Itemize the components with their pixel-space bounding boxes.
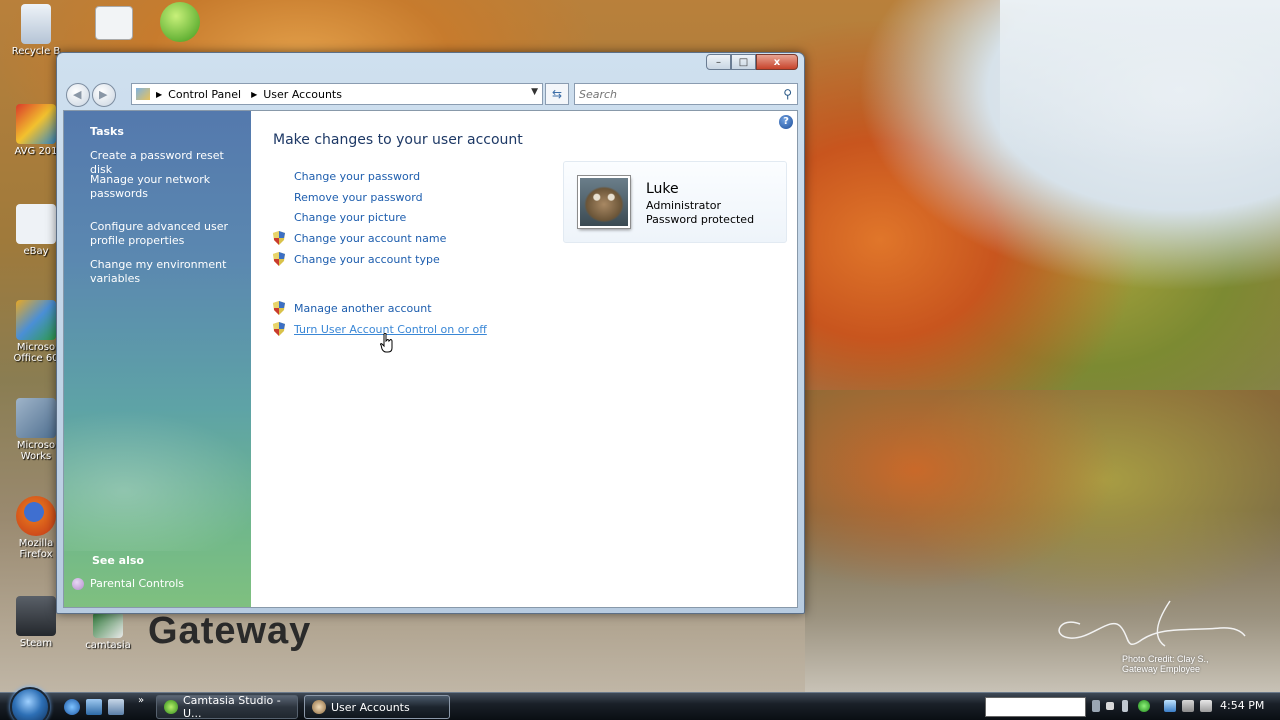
photo-credit: Photo Credit: Clay S., Gateway Employee — [1122, 654, 1209, 674]
tray-stop-icon[interactable] — [1106, 702, 1114, 710]
desktop-icon-settings[interactable] — [84, 6, 144, 42]
account-password-status: Password protected — [646, 213, 755, 226]
tray-dropdown-icon[interactable] — [1092, 700, 1100, 712]
desktop-icon-label: Steam — [19, 638, 53, 649]
help-icon[interactable]: ? — [779, 115, 793, 129]
taskbar-button-label: User Accounts — [331, 700, 410, 714]
desktop-icon-label: eBay — [23, 246, 49, 257]
forward-arrow-icon: ▶ — [99, 88, 108, 101]
desktop-icon-label: AVG 201 — [14, 146, 58, 157]
user-accounts-icon — [312, 700, 326, 714]
start-button[interactable] — [10, 687, 50, 720]
desktop-icon-app[interactable] — [150, 2, 210, 44]
steam-icon — [16, 596, 56, 636]
quicklaunch-overflow[interactable]: » — [138, 695, 144, 706]
wallpaper-sky — [1000, 0, 1280, 160]
account-name: Luke — [646, 181, 679, 197]
uac-shield-icon — [273, 301, 285, 315]
hand-cursor-icon — [380, 333, 393, 353]
desktop-icon-label: Microso Office 60 — [13, 342, 59, 364]
tasks-pane: Tasks Create a password reset disk Manag… — [64, 111, 251, 607]
uac-shield-icon — [273, 322, 285, 336]
breadcrumb-separator-icon: ▶ — [156, 89, 163, 99]
uac-shield-icon — [273, 252, 285, 266]
desktop-icon-camtasia[interactable]: camtasia — [78, 612, 138, 651]
close-button[interactable]: x — [756, 54, 798, 70]
photo-credit-line: Photo Credit: Clay S., — [1122, 654, 1209, 664]
photo-credit-line: Gateway Employee — [1122, 664, 1201, 674]
task-link-profile-properties[interactable]: Configure advanced user profile properti… — [90, 220, 240, 248]
breadcrumb-separator-icon: ▶ — [251, 89, 258, 99]
taskbar: » Camtasia Studio - U... User Accounts 4… — [0, 687, 1280, 720]
search-box[interactable]: ⚲ — [574, 83, 798, 105]
network-icon[interactable] — [1164, 700, 1176, 712]
camtasia-icon — [93, 612, 123, 638]
control-panel-icon — [136, 88, 150, 100]
search-input[interactable] — [575, 84, 765, 104]
maximize-button[interactable]: □ — [731, 54, 756, 70]
works-icon — [16, 398, 56, 438]
gateway-logo: Gateway — [148, 610, 312, 652]
desktop-icon-label: Recycle B — [11, 46, 61, 57]
ebay-icon — [16, 204, 56, 244]
account-role: Administrator — [646, 199, 721, 212]
task-link-network-passwords[interactable]: Manage your network passwords — [90, 173, 240, 201]
desktop-icon-label: Mozilla Firefox — [18, 538, 54, 560]
recycle-bin-icon — [21, 4, 51, 44]
window-controls: – □ x — [706, 54, 798, 70]
page-title: Make changes to your user account — [273, 132, 523, 148]
green-orb-icon — [160, 2, 200, 42]
taskbar-button-label: Camtasia Studio - U... — [183, 694, 281, 720]
search-icon[interactable]: ⚲ — [783, 87, 792, 101]
avg-icon — [16, 104, 56, 144]
minimize-button[interactable]: – — [706, 54, 731, 70]
show-desktop-icon[interactable] — [86, 699, 102, 715]
refresh-icon: ⇆ — [551, 87, 563, 101]
clock[interactable]: 4:54 PM — [1220, 699, 1264, 712]
breadcrumb-user-accounts[interactable]: User Accounts — [263, 88, 342, 101]
uac-shield-icon — [273, 231, 285, 245]
pane-decoration — [64, 391, 251, 551]
remove-password-link[interactable]: Remove your password — [294, 191, 423, 204]
camtasia-icon — [164, 700, 178, 714]
forward-button[interactable]: ▶ — [92, 83, 116, 107]
parental-controls-icon — [72, 578, 84, 590]
change-password-link[interactable]: Change your password — [294, 170, 420, 183]
desktop-icon-label: camtasia — [85, 640, 131, 651]
tasks-heading: Tasks — [90, 125, 124, 138]
manage-another-account-link[interactable]: Manage another account — [294, 302, 432, 315]
tray-app-icon[interactable] — [1138, 700, 1150, 712]
power-icon[interactable] — [1200, 700, 1212, 712]
firefox-icon — [16, 496, 56, 536]
see-also-heading: See also — [92, 554, 144, 567]
volume-icon[interactable] — [1182, 700, 1194, 712]
avatar[interactable] — [578, 176, 630, 228]
address-bar[interactable]: ▶ Control Panel ▶ User Accounts ▼ — [131, 83, 543, 105]
change-picture-link[interactable]: Change your picture — [294, 211, 406, 224]
main-pane: ? Make changes to your user account Chan… — [251, 111, 797, 607]
breadcrumb-control-panel[interactable]: Control Panel — [168, 88, 241, 101]
account-card: Luke Administrator Password protected — [563, 161, 787, 243]
desktop-icon-recycle-bin[interactable]: Recycle B — [6, 4, 66, 57]
switch-windows-icon[interactable] — [108, 699, 124, 715]
desktop-icon-label: Microso Works — [16, 440, 56, 462]
back-button[interactable]: ◀ — [66, 83, 90, 107]
internet-explorer-icon[interactable] — [64, 699, 80, 715]
tray-input-box[interactable] — [985, 697, 1086, 717]
change-account-type-link[interactable]: Change your account type — [294, 253, 440, 266]
tray-arrow-icon[interactable] — [1122, 700, 1128, 712]
office-icon — [16, 300, 56, 340]
content-frame: Tasks Create a password reset disk Manag… — [63, 110, 798, 608]
parental-controls-link[interactable]: Parental Controls — [90, 577, 184, 590]
back-arrow-icon: ◀ — [73, 88, 82, 101]
taskbar-button-camtasia[interactable]: Camtasia Studio - U... — [156, 694, 298, 720]
taskbar-button-user-accounts[interactable]: User Accounts — [304, 695, 450, 719]
address-dropdown-icon[interactable]: ▼ — [531, 87, 538, 97]
change-account-name-link[interactable]: Change your account name — [294, 232, 446, 245]
user-accounts-window: – □ x ◀ ▶ ▶ Control Panel ▶ User Account… — [56, 52, 805, 614]
gear-icon — [95, 6, 133, 40]
task-link-environment-variables[interactable]: Change my environment variables — [90, 258, 240, 286]
refresh-button[interactable]: ⇆ — [545, 83, 569, 105]
